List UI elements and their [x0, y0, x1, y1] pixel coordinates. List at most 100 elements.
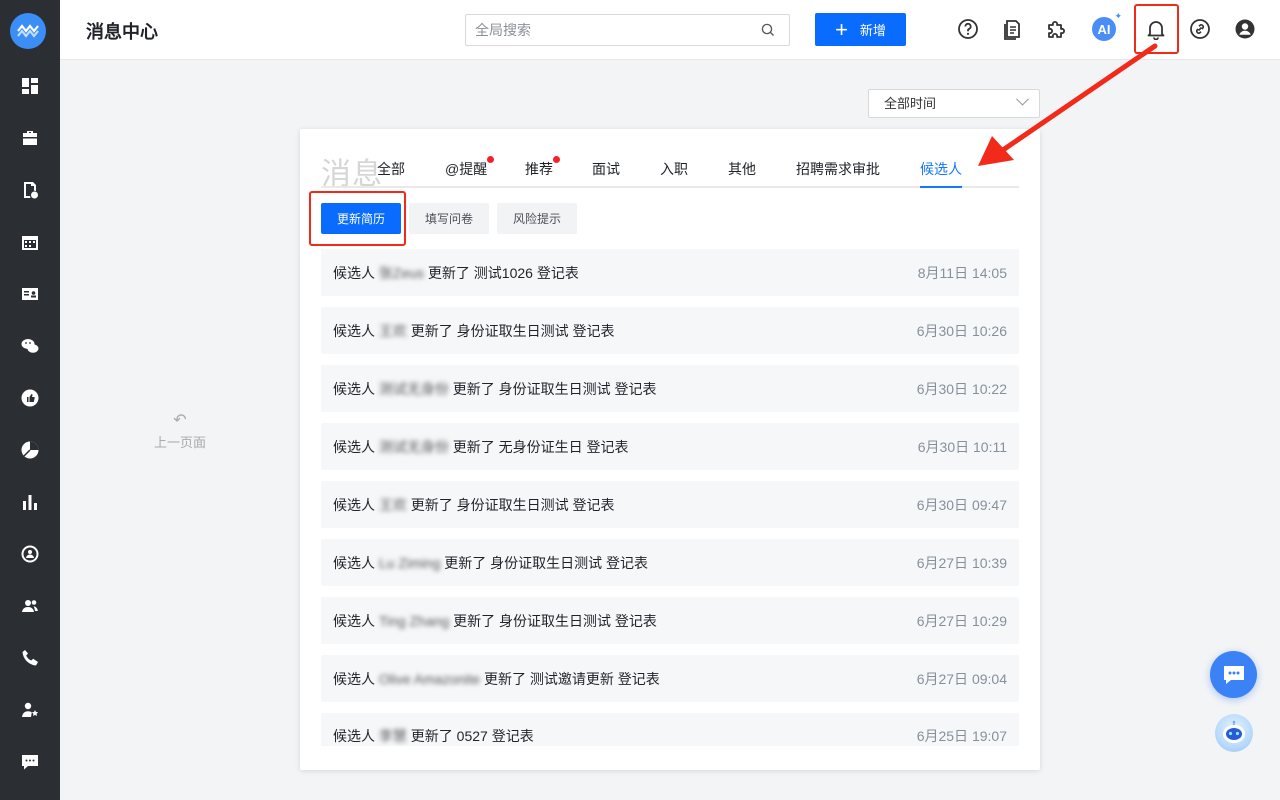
tab-candidate[interactable]: 候选人 — [920, 159, 962, 188]
user-icon[interactable] — [1232, 16, 1258, 42]
app-logo[interactable] — [10, 13, 46, 49]
message-text: 候选人 张Zeus 更新了 测试1026 登记表 — [333, 263, 579, 283]
candidate-name: 王欢 — [378, 496, 407, 513]
puzzle-icon[interactable] — [1043, 16, 1069, 42]
message-prefix: 候选人 — [333, 612, 375, 629]
subtab-highlight-annotation — [309, 191, 406, 246]
message-prefix: 候选人 — [333, 322, 375, 339]
page-title: 消息中心 — [86, 22, 158, 42]
candidate-name: 李慧 — [378, 728, 407, 744]
tab-mentions[interactable]: @提醒 — [445, 156, 495, 179]
list-item[interactable]: 候选人 Olive Amazonite 更新了 测试邀请更新 登记表 6月27日… — [321, 655, 1019, 702]
message-text: 候选人 王欢 更新了 身份证取生日测试 登记表 — [333, 321, 615, 341]
ai-badge: AI — [1092, 11, 1122, 41]
list-item[interactable]: 候选人 王欢 更新了 身份证取生日测试 登记表 6月30日 10:26 — [321, 307, 1019, 354]
chat-bubble-icon[interactable] — [16, 748, 44, 776]
tab-interview[interactable]: 面试 — [592, 159, 620, 179]
message-action: 更新了 身份证取生日测试 登记表 — [453, 612, 657, 629]
unread-dot — [487, 156, 495, 163]
list-item[interactable]: 候选人 李慧 更新了 0527 登记表 6月25日 19:07 — [321, 713, 1019, 746]
candidate-name: Lu Ziming — [378, 554, 441, 571]
tab-label: 全部 — [377, 161, 405, 177]
resume-icon[interactable] — [16, 176, 44, 204]
subtab-risk-alert[interactable]: 风险提示 — [497, 203, 577, 234]
message-prefix: 候选人 — [333, 728, 375, 744]
pie-chart-icon[interactable] — [16, 436, 44, 464]
subtab-fill-questionnaire[interactable]: 填写问卷 — [409, 203, 489, 234]
candidate-name: 测试无身份 — [378, 438, 449, 455]
person-circle-icon[interactable] — [16, 540, 44, 568]
message-text: 候选人 测试无身份 更新了 无身份证生日 登记表 — [333, 437, 629, 457]
group-icon[interactable] — [16, 592, 44, 620]
message-text: 候选人 测试无身份 更新了 身份证取生日测试 登记表 — [333, 379, 657, 399]
message-prefix: 候选人 — [333, 496, 375, 513]
top-header: 消息中心 + 新增 AI — [60, 0, 1280, 60]
tab-label: 入职 — [660, 161, 688, 177]
message-text: 候选人 李慧 更新了 0527 登记表 — [333, 726, 534, 746]
tab-label: 候选人 — [920, 161, 962, 177]
message-prefix: 候选人 — [333, 264, 375, 281]
chat-support-button[interactable] — [1210, 651, 1257, 698]
message-action: 更新了 身份证取生日测试 登记表 — [444, 554, 649, 571]
ai-icon[interactable]: AI — [1091, 11, 1122, 42]
link-icon[interactable] — [1187, 16, 1213, 42]
sidebar — [0, 0, 60, 800]
document-icon[interactable] — [999, 16, 1025, 42]
bell-highlight-annotation — [1134, 4, 1179, 54]
message-prefix: 候选人 — [333, 438, 375, 455]
search-icon[interactable] — [761, 23, 775, 37]
message-text: 候选人 Lu Ziming 更新了 身份证取生日测试 登记表 — [333, 553, 648, 573]
tab-recruitment-approval[interactable]: 招聘需求审批 — [796, 159, 880, 179]
message-action: 更新了 无身份证生日 登记表 — [452, 438, 629, 455]
time-filter-select[interactable]: 全部时间 — [868, 89, 1040, 118]
message-action: 更新了 测试邀请更新 登记表 — [483, 670, 660, 687]
message-action: 更新了 身份证取生日测试 登记表 — [410, 322, 615, 339]
dashboard-icon[interactable] — [16, 72, 44, 100]
message-time: 6月25日 19:07 — [916, 728, 1007, 744]
tab-label: 面试 — [592, 161, 620, 177]
chat-icon — [1223, 665, 1244, 684]
calendar-icon[interactable] — [16, 228, 44, 256]
list-item[interactable]: 候选人 Ting Zhang 更新了 身份证取生日测试 登记表 6月27日 10… — [321, 597, 1019, 644]
message-time: 6月30日 09:47 — [916, 496, 1007, 513]
tab-onboarding[interactable]: 入职 — [660, 159, 688, 179]
message-action: 更新了 0527 登记表 — [410, 728, 534, 744]
back-arrow-icon: ↶ — [173, 412, 187, 429]
ai-assistant-button[interactable] — [1215, 714, 1253, 752]
message-panel: 消息 全部 @提醒 推荐 面试 入职 其他 招聘需求审批 候选人 更新简历 填写… — [300, 129, 1040, 770]
message-text: 候选人 王欢 更新了 身份证取生日测试 登记表 — [333, 495, 615, 515]
wechat-icon[interactable] — [16, 332, 44, 360]
message-time: 6月30日 10:22 — [916, 380, 1007, 397]
message-time: 6月30日 10:11 — [917, 438, 1007, 455]
list-item[interactable]: 候选人 Lu Ziming 更新了 身份证取生日测试 登记表 6月27日 10:… — [321, 539, 1019, 586]
list-item[interactable]: 候选人 张Zeus 更新了 测试1026 登记表 8月11日 14:05 — [321, 249, 1019, 296]
chevron-down-icon — [1016, 92, 1029, 106]
id-card-icon[interactable] — [16, 280, 44, 308]
logo-mark — [17, 24, 39, 38]
message-time: 6月30日 10:26 — [916, 322, 1007, 339]
search-input[interactable] — [466, 15, 746, 45]
global-search[interactable] — [465, 14, 790, 46]
user-star-icon[interactable] — [16, 696, 44, 724]
message-tabs: 全部 @提醒 推荐 面试 入职 其他 招聘需求审批 候选人 — [321, 156, 1019, 188]
plus-icon: + — [835, 16, 848, 42]
list-item[interactable]: 候选人 王欢 更新了 身份证取生日测试 登记表 6月30日 09:47 — [321, 481, 1019, 528]
candidate-name: Ting Zhang — [378, 612, 450, 629]
add-button[interactable]: + 新增 — [815, 13, 906, 46]
briefcase-icon[interactable] — [16, 124, 44, 152]
help-icon[interactable] — [955, 16, 981, 42]
phone-icon[interactable] — [16, 644, 44, 672]
tab-recommend[interactable]: 推荐 — [525, 156, 560, 179]
list-item[interactable]: 候选人 测试无身份 更新了 身份证取生日测试 登记表 6月30日 10:22 — [321, 365, 1019, 412]
tab-other[interactable]: 其他 — [728, 159, 756, 179]
tab-all[interactable]: 全部 — [377, 159, 405, 179]
message-prefix: 候选人 — [333, 554, 375, 571]
message-action: 更新了 身份证取生日测试 登记表 — [410, 496, 615, 513]
back-link-label: 上一页面 — [153, 435, 206, 450]
unread-dot — [553, 156, 560, 163]
back-link[interactable]: ↶ 上一页面 — [150, 410, 210, 451]
list-item[interactable]: 候选人 测试无身份 更新了 无身份证生日 登记表 6月30日 10:11 — [321, 423, 1019, 470]
message-time: 6月27日 09:04 — [916, 670, 1007, 687]
thumbs-up-icon[interactable] — [16, 384, 44, 412]
bar-chart-icon[interactable] — [16, 488, 44, 516]
